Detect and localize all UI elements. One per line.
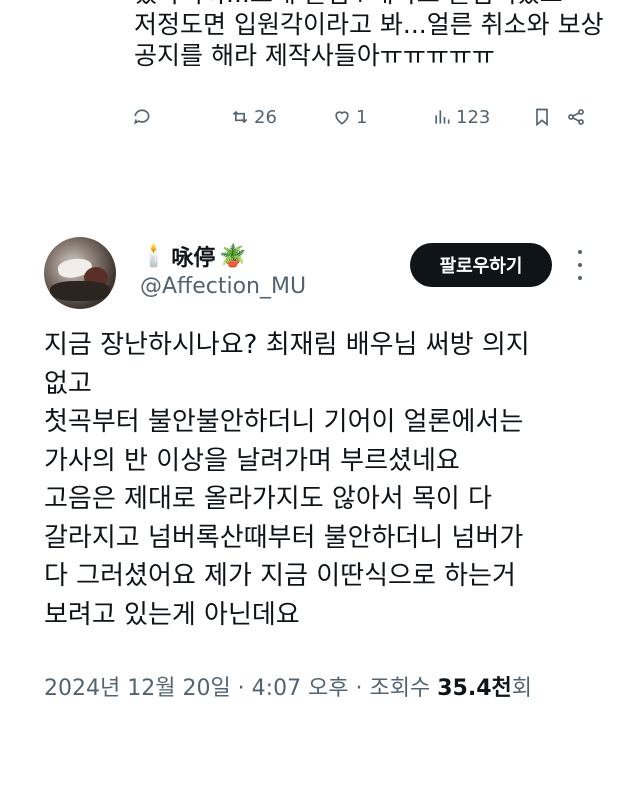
retweet-count: 26 bbox=[254, 106, 277, 128]
retweet-icon bbox=[232, 110, 248, 124]
bar-chart-icon bbox=[435, 110, 450, 124]
previous-tweet-line: 공지를 해라 제작사들아ㅠㅠㅠㅠㅠ bbox=[134, 41, 495, 70]
bookmark-button[interactable] bbox=[532, 102, 552, 132]
tweet-view-suffix: 회 bbox=[511, 676, 533, 701]
reply-button[interactable] bbox=[132, 102, 152, 132]
tweet-view-count: 35.4천 bbox=[437, 676, 512, 701]
previous-tweet-text: 었다니까...노래 틀림+내사도 틀림이었고 저정도면 입원각이라고 봐...얼… bbox=[134, 0, 614, 71]
like-count: 1 bbox=[356, 106, 368, 128]
tweet-text-line: 보려고 있는게 아닌데요 bbox=[44, 599, 300, 630]
tweet-text: 지금 장난하시나요? 최재림 배우님 써방 의지 없고 첫곡부터 불안불안하더니… bbox=[44, 326, 604, 634]
tweet-divider bbox=[0, 210, 640, 211]
heart-icon bbox=[335, 111, 349, 125]
like-button[interactable]: 1 bbox=[332, 102, 367, 132]
bookmark-icon bbox=[536, 108, 548, 127]
more-vertical-icon[interactable] bbox=[570, 250, 590, 280]
tweet-text-line: 없고 bbox=[44, 368, 92, 399]
previous-tweet-line: 었다니까...노래 틀림+내사도 틀림이었고 bbox=[134, 0, 614, 9]
plant-emoji: 🪴 bbox=[219, 243, 247, 269]
previous-tweet-actions: 26 1 123 bbox=[0, 102, 640, 132]
reply-icon bbox=[134, 109, 150, 125]
views-count: 123 bbox=[456, 106, 491, 128]
follow-button[interactable]: 팔로우하기 bbox=[410, 243, 552, 287]
views-button[interactable]: 123 bbox=[432, 102, 490, 132]
candle-emoji: 🕯️ bbox=[140, 243, 168, 269]
tweet-text-line: 가사의 반 이상을 날려가며 부르셨네요 bbox=[44, 445, 460, 476]
author-handle[interactable]: @Affection_MU bbox=[140, 274, 306, 299]
share-button[interactable] bbox=[566, 102, 586, 132]
tweet-text-line: 다 그러셨어요 제가 지금 이딴식으로 하는거 bbox=[44, 561, 516, 591]
tweet-text-line: 고음은 제대로 올라가지도 않아서 목이 다 bbox=[44, 484, 492, 514]
previous-tweet-line: 저정도면 입원각이라고 봐...얼른 취소와 보상 bbox=[134, 10, 604, 39]
tweet-text-line: 지금 장난하시나요? 최재림 배우님 써방 의지 bbox=[44, 330, 530, 360]
avatar[interactable] bbox=[44, 237, 116, 309]
tweet-timestamp[interactable]: 2024년 12월 20일 · 4:07 오후 · 조회수 bbox=[44, 676, 437, 701]
share-icon bbox=[568, 109, 584, 125]
tweet-meta: 2024년 12월 20일 · 4:07 오후 · 조회수 35.4천회 bbox=[44, 670, 532, 702]
tweet-text-line: 첫곡부터 불안불안하더니 기어이 얼론에서는 bbox=[44, 407, 524, 437]
retweet-button[interactable]: 26 bbox=[230, 102, 277, 132]
author-name-row[interactable]: 🕯️ 咏停 🪴 bbox=[140, 240, 247, 272]
tweet-text-line: 갈라지고 넘버록산때부터 불안하더니 넘버가 bbox=[44, 522, 524, 553]
author-name: 咏停 bbox=[171, 246, 216, 271]
